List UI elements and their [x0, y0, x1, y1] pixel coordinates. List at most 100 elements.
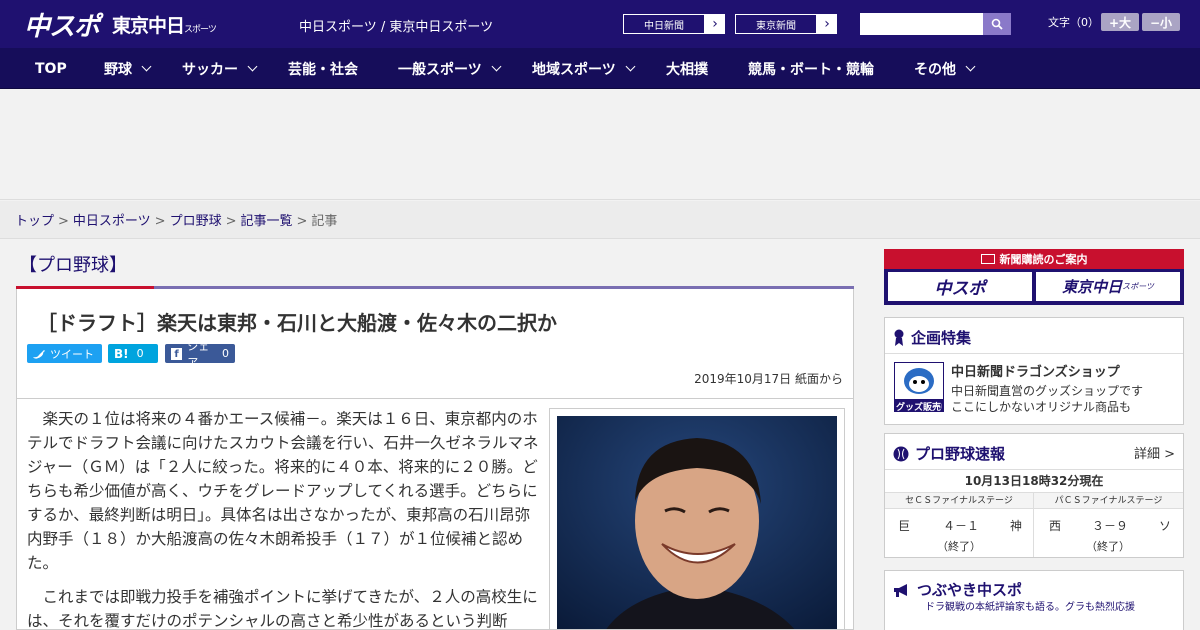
- scores-detail-link[interactable]: 詳細 >: [1134, 443, 1175, 462]
- tsubuyaki-desc: ドラ観戦の本紙評論家も語る。グラも熱烈応援: [925, 602, 1135, 613]
- game-status: （終了）: [937, 540, 981, 553]
- feature-box: 企画特集 グッズ販売中 中日新聞ドラゴンズショップ 中日新聞直営のグッズショップ…: [884, 317, 1184, 425]
- breadcrumb-link-chuspo[interactable]: 中日スポーツ: [73, 214, 151, 229]
- shop-desc-2: ここにしかないオリジナル商品も: [951, 400, 1132, 414]
- tokyo-shimbun-label: 東京新聞: [735, 14, 817, 34]
- chevron-down-icon: [491, 61, 502, 71]
- divider: [885, 353, 1183, 354]
- nav-label: 大相撲: [666, 61, 708, 78]
- article-photo-frame: [549, 408, 845, 629]
- game-stage: セＣＳファイナルステージ: [885, 493, 1034, 509]
- breadcrumb-link-article-list[interactable]: 記事一覧: [241, 214, 293, 229]
- home-team: 西: [1049, 519, 1062, 533]
- nav-item-regional-sports[interactable]: 地域スポーツ: [532, 48, 636, 89]
- megaphone-icon: [894, 583, 907, 597]
- nav-item-racing[interactable]: 競馬・ボート・競輪: [748, 48, 874, 89]
- game-score: ４－１: [943, 519, 980, 533]
- ad-area: [0, 90, 1200, 200]
- tweet-button[interactable]: ツイート: [27, 344, 102, 363]
- share-count: 0: [222, 347, 229, 360]
- newspaper-icon: [980, 254, 995, 264]
- sub-tokyo-logo-small: スポーツ: [1122, 282, 1154, 291]
- article-body: 楽天の１位は将来の４番かエース候補－。楽天は１６日、東京都内のホテルでドラフト会…: [16, 399, 854, 630]
- breadcrumb-current: 記事: [311, 214, 338, 229]
- nav-label: 一般スポーツ: [398, 61, 482, 78]
- nav-label: 芸能・社会: [288, 61, 358, 78]
- breadcrumb: トップ > 中日スポーツ > プロ野球 > 記事一覧 > 記事: [0, 201, 1200, 239]
- nav-item-general-sports[interactable]: 一般スポーツ: [398, 48, 502, 89]
- nav-item-sumo[interactable]: 大相撲: [666, 48, 708, 89]
- nav-label: サッカー: [182, 61, 238, 78]
- tokyo-shimbun-button[interactable]: 東京新聞 ›: [734, 13, 838, 35]
- nav-item-baseball[interactable]: 野球: [104, 48, 152, 89]
- chunichi-shimbun-button[interactable]: 中日新聞 ›: [622, 13, 726, 35]
- nav-item-soccer[interactable]: サッカー: [182, 48, 258, 89]
- font-size-label: 文字（0）: [1048, 16, 1099, 29]
- nav-label: 野球: [104, 61, 132, 78]
- scores-box: プロ野球速報 詳細 > 10月13日18時32分現在 セＣＳファイナルステージ …: [884, 433, 1184, 558]
- feature-title-text: 企画特集: [911, 329, 972, 347]
- away-team: ソ: [1159, 519, 1172, 533]
- breadcrumb-link-pro-baseball[interactable]: プロ野球: [170, 214, 222, 229]
- tsubuyaki-title[interactable]: つぶやき中スポ: [893, 579, 1022, 600]
- subscription-title-text: 新聞購読のご案内: [999, 253, 1088, 266]
- search-button[interactable]: [983, 13, 1011, 35]
- game-cell[interactable]: 西 ３－９ ソ （終了）: [1034, 509, 1183, 557]
- article-paragraph: 楽天の１位は将来の４番かエース候補－。楽天は１６日、東京都内のホテルでドラフト会…: [27, 410, 539, 572]
- scores-time: 10月13日18時32分現在: [885, 469, 1183, 493]
- breadcrumb-separator: >: [296, 214, 308, 229]
- subscription-title: 新聞購読のご案内: [884, 249, 1184, 269]
- shop-badge: グッズ販売中: [896, 403, 942, 413]
- chuspo-logo[interactable]: 中スポ: [24, 6, 100, 43]
- nav-label: TOP: [35, 60, 67, 77]
- subscription-banner[interactable]: 新聞購読のご案内 中スポ 東京中日 スポーツ: [884, 249, 1184, 305]
- article-paragraph: これまでは即戦力投手を補強ポイントに挙げてきたが、２人の高校生には、それを覆すだ…: [27, 588, 538, 630]
- article-title: ［ドラフト］楽天は東邦・石川と大船渡・佐々木の二択か: [37, 311, 557, 335]
- ribbon-icon: [894, 329, 904, 346]
- tsubuyaki-box: つぶやき中スポ ドラ観戦の本紙評論家も語る。グラも熱烈応援: [884, 570, 1184, 630]
- away-team: 神: [1010, 519, 1023, 533]
- nav-label: 競馬・ボート・競輪: [748, 61, 874, 78]
- site-names: 中日スポーツ / 東京中日スポーツ: [299, 20, 494, 35]
- facebook-share-button[interactable]: f シェア 0: [165, 340, 235, 369]
- breadcrumb-link-top[interactable]: トップ: [15, 214, 54, 229]
- tokyo-logo-text: 東京中日: [112, 15, 185, 37]
- category-label: 【プロ野球】: [19, 255, 127, 276]
- game-score: ３－９: [1092, 519, 1129, 533]
- nav-item-other[interactable]: その他: [914, 48, 976, 89]
- sub-tokyo-logo-text: 東京中日: [1062, 278, 1123, 296]
- search-icon: [991, 18, 1003, 30]
- font-bigger-button[interactable]: +大: [1101, 13, 1139, 31]
- dragons-shop-thumbnail[interactable]: グッズ販売中: [894, 362, 944, 413]
- nav-label: 地域スポーツ: [532, 61, 616, 78]
- chevron-right-icon: ›: [712, 16, 718, 32]
- game-stage: パＣＳファイナルステージ: [1034, 493, 1183, 509]
- sub-chuspo-logo[interactable]: 中スポ: [888, 272, 1032, 301]
- game-status: （終了）: [1086, 540, 1130, 553]
- tsubuyaki-title-text: つぶやき中スポ: [917, 581, 1023, 599]
- tokyo-logo-small: スポーツ: [184, 25, 217, 35]
- hatena-icon: B!: [114, 346, 129, 361]
- portrait-image: [557, 416, 837, 629]
- nav-label: その他: [914, 61, 956, 78]
- shop-name[interactable]: 中日新聞ドラゴンズショップ: [951, 361, 1120, 380]
- baseball-icon: [893, 446, 909, 461]
- article-photo[interactable]: [557, 416, 837, 629]
- hatena-count: 0: [136, 347, 144, 360]
- category-heading: 【プロ野球】: [16, 249, 854, 289]
- breadcrumb-separator: >: [154, 214, 166, 229]
- article-date: 2019年10月17日 紙面から: [694, 372, 843, 386]
- game-cell[interactable]: 巨 ４－１ 神 （終了）: [885, 509, 1034, 557]
- home-team: 巨: [898, 519, 911, 533]
- shop-desc-1: 中日新聞直営のグッズショップです: [951, 384, 1144, 398]
- chevron-down-icon: [247, 61, 258, 71]
- hatena-button[interactable]: B! 0: [108, 344, 158, 363]
- tokyo-chunichi-logo[interactable]: 東京中日スポーツ: [112, 11, 217, 38]
- breadcrumb-separator: >: [225, 214, 237, 229]
- search-input[interactable]: [860, 13, 983, 35]
- nav-item-top[interactable]: TOP: [35, 48, 67, 89]
- font-smaller-button[interactable]: −小: [1142, 13, 1180, 31]
- nav-item-entertainment[interactable]: 芸能・社会: [288, 48, 358, 89]
- sub-tokyo-chunichi-logo[interactable]: 東京中日 スポーツ: [1036, 272, 1180, 301]
- scores-title: プロ野球速報: [893, 443, 1005, 464]
